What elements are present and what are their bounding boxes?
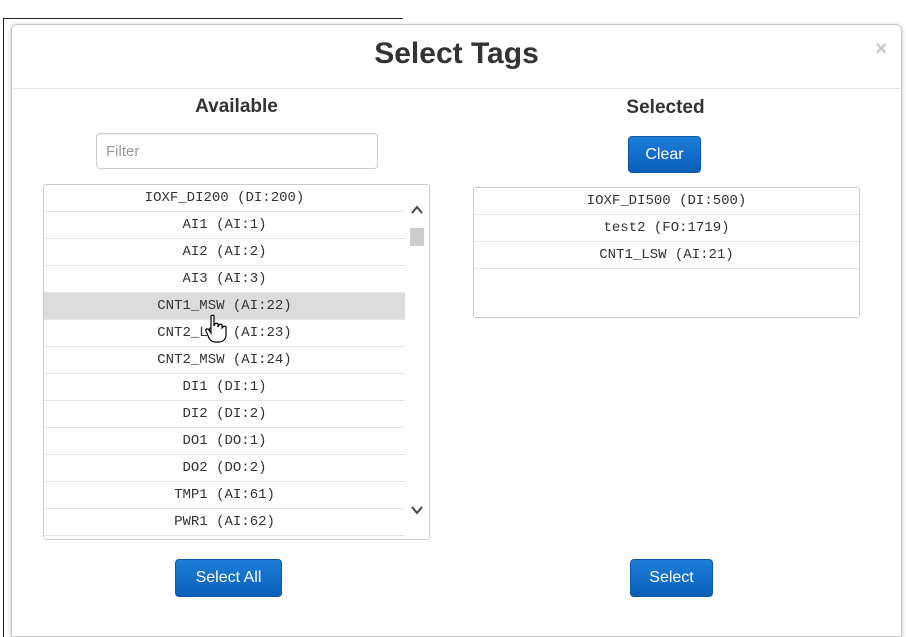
available-list-item[interactable]: DO1 (DO:1) (44, 428, 405, 455)
available-list-item[interactable]: DI2 (DI:2) (44, 401, 405, 428)
available-title: Available (195, 96, 278, 117)
select-button[interactable]: Select (630, 559, 713, 597)
selected-list-item[interactable]: CNT1_LSW (AI:21) (474, 242, 859, 269)
modal-title: Select Tags (374, 37, 539, 70)
available-list-item[interactable]: CNT2_MSW (AI:24) (44, 347, 405, 374)
clear-button[interactable]: Clear (628, 136, 701, 173)
chevron-down-icon[interactable] (409, 503, 425, 517)
available-list-item[interactable]: TMP1 (AI:61) (44, 482, 405, 509)
available-list-item[interactable]: AI3 (AI:3) (44, 266, 405, 293)
select-all-button[interactable]: Select All (175, 559, 282, 597)
close-icon[interactable]: × (875, 39, 887, 59)
hand-pointer-icon (205, 314, 227, 344)
available-list-item[interactable]: IOXF_DI200 (DI:200) (44, 185, 405, 212)
selected-list-item[interactable]: test2 (FO:1719) (474, 215, 859, 242)
available-list-item[interactable]: DO2 (DO:2) (44, 455, 405, 482)
available-rows: IOXF_DI200 (DI:200) AI1 (AI:1) AI2 (AI:2) A… (44, 185, 405, 536)
selected-list-item[interactable]: IOXF_DI500 (DI:500) (474, 188, 859, 215)
scroll-thumb[interactable] (410, 228, 424, 246)
selected-list[interactable]: IOXF_DI500 (DI:500) test2 (FO:1719) CNT1_L… (473, 187, 860, 318)
available-list-item[interactable]: DI1 (DI:1) (44, 374, 405, 401)
selected-rows: IOXF_DI500 (DI:500) test2 (FO:1719) CNT1_L… (474, 188, 859, 269)
available-list-item[interactable]: AI2 (AI:2) (44, 239, 405, 266)
available-list-item[interactable]: AI1 (AI:1) (44, 212, 405, 239)
available-list[interactable]: IOXF_DI200 (DI:200) AI1 (AI:1) AI2 (AI:2) A… (43, 184, 430, 540)
selected-title: Selected (626, 97, 705, 118)
filter-input[interactable] (96, 133, 378, 169)
chevron-up-icon[interactable] (409, 203, 425, 217)
scrollbar[interactable] (405, 185, 429, 539)
modal-header: Select Tags × (12, 25, 901, 89)
outer-frame-top (3, 18, 403, 19)
available-list-item[interactable]: PWR1 (AI:62) (44, 509, 405, 536)
outer-frame-left (3, 18, 4, 637)
